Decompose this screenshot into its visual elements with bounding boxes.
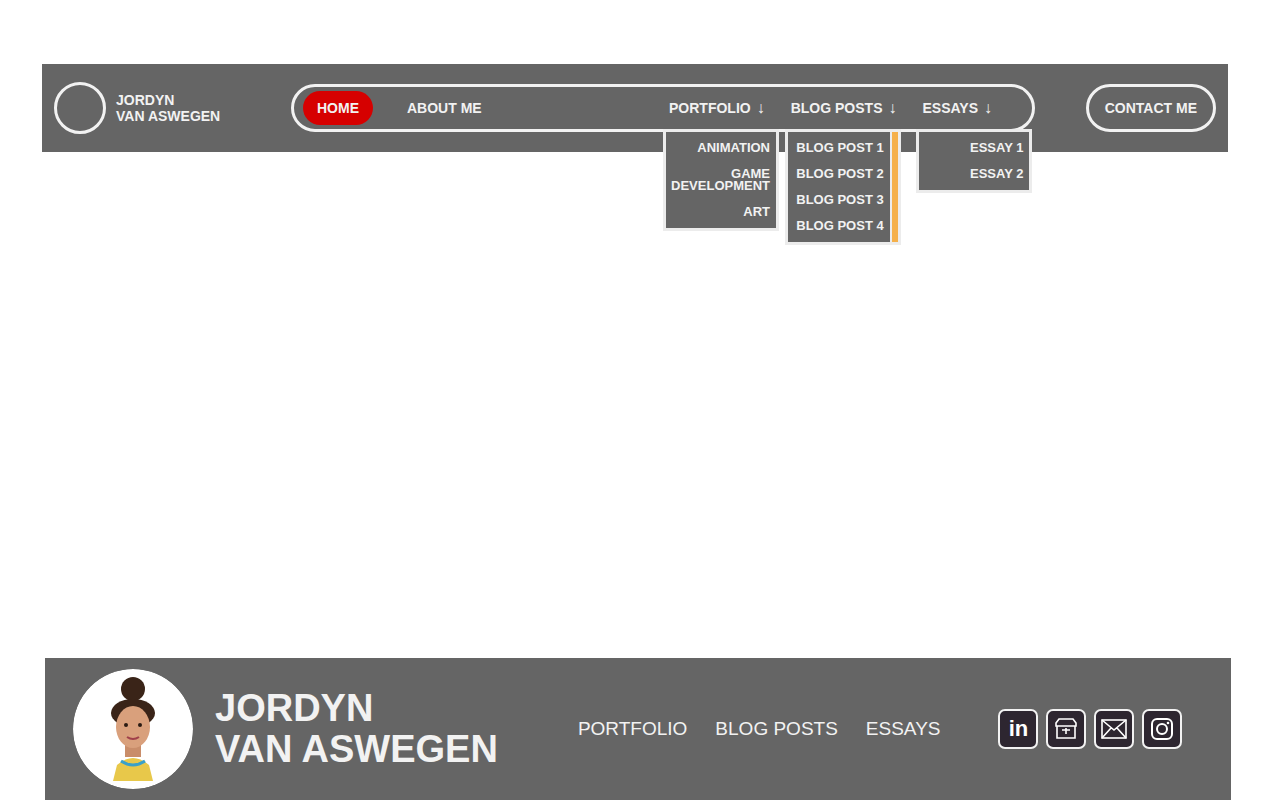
- nav-item[interactable]: ESSAYS↓ESSAY 1ESSAY 2: [922, 91, 992, 125]
- dropdown-item[interactable]: BLOG POST 1: [788, 135, 890, 161]
- nav-item[interactable]: HOME: [303, 91, 373, 125]
- dropdown-item[interactable]: GAME DEVELOPMENT: [666, 161, 776, 199]
- brand-name-line: JORDYN: [116, 92, 220, 108]
- instagram-icon[interactable]: [1142, 709, 1182, 749]
- site-footer: JORDYNVAN ASWEGEN PORTFOLIO BLOG POSTS ESSA…: [45, 658, 1231, 800]
- nav-group: HOME ABOUT ME: [303, 91, 488, 125]
- dropdown-item[interactable]: BLOG POST 4: [788, 213, 890, 239]
- itch-icon[interactable]: [1046, 709, 1086, 749]
- page: JORDYNVAN ASWEGENHOMEABOUT MEPORTFOLIO↓A…: [0, 0, 1280, 800]
- portfolio-dropdown: ANIMATIONGAME DEVELOPMENTART: [663, 129, 779, 231]
- mail-icon[interactable]: [1094, 709, 1134, 749]
- social-links: in: [998, 709, 1182, 749]
- brand-name[interactable]: JORDYNVAN ASWEGEN: [116, 92, 220, 124]
- dropdown-item[interactable]: ANIMATION: [666, 135, 776, 161]
- footer-links: PORTFOLIO BLOG POSTS ESSAYS: [578, 718, 941, 740]
- arrow-down-icon: ↓: [888, 99, 896, 117]
- dropdown-item[interactable]: ESSAY 1: [919, 135, 1029, 161]
- footer-name-line: JORDYN: [215, 688, 498, 729]
- logo-icon[interactable]: [54, 82, 106, 134]
- brand[interactable]: JORDYNVAN ASWEGEN: [54, 82, 279, 134]
- dropdown-item[interactable]: BLOG POST 3: [788, 187, 890, 213]
- nav-label: PORTFOLIO: [669, 100, 751, 116]
- nav-bar: HOMEABOUT MEPORTFOLIO↓ANIMATIONGAME DEVE…: [291, 84, 1035, 132]
- dropdown-item[interactable]: BLOG POST 2: [788, 161, 890, 187]
- dropdown-list: ESSAY 1ESSAY 2: [919, 132, 1029, 190]
- avatar-icon: [73, 669, 193, 789]
- footer-name: JORDYNVAN ASWEGEN: [215, 688, 498, 770]
- scrollbar[interactable]: [890, 132, 898, 242]
- dropdown-list: ANIMATIONGAME DEVELOPMENTART: [666, 132, 776, 228]
- dropdown-item[interactable]: ESSAY 2: [919, 161, 1029, 187]
- footer-link[interactable]: BLOG POSTS: [715, 718, 837, 740]
- nav-item[interactable]: ABOUT ME: [401, 91, 488, 125]
- itch-icon: [1053, 716, 1079, 742]
- dropdown-item[interactable]: ART: [666, 199, 776, 225]
- portrait-icon: [73, 669, 193, 789]
- nav-group: PORTFOLIO↓ANIMATIONGAME DEVELOPMENTARTBL…: [669, 91, 992, 125]
- linkedin-glyph: in: [1009, 718, 1029, 740]
- nav-item[interactable]: BLOG POSTS↓BLOG POST 1BLOG POST 2BLOG PO…: [791, 91, 897, 125]
- nav-label: BLOG POSTS: [791, 100, 883, 116]
- linkedin-icon[interactable]: in: [998, 709, 1038, 749]
- arrow-down-icon: ↓: [757, 99, 765, 117]
- site-header: JORDYNVAN ASWEGEN HOME ABOUT ME PORTFOLIO ↓ A…: [42, 64, 1228, 152]
- instagram-icon: [1149, 716, 1175, 742]
- contact-button[interactable]: CONTACT ME: [1086, 84, 1216, 132]
- footer-link[interactable]: ESSAYS: [866, 718, 941, 740]
- dropdown-list: BLOG POST 1BLOG POST 2BLOG POST 3BLOG PO…: [788, 132, 890, 242]
- arrow-down-icon: ↓: [984, 99, 992, 117]
- brand-name-line: VAN ASWEGEN: [116, 108, 220, 124]
- nav-label: ESSAYS: [922, 100, 978, 116]
- mail-icon: [1100, 718, 1128, 740]
- footer-link[interactable]: PORTFOLIO: [578, 718, 687, 740]
- footer-name-line: VAN ASWEGEN: [215, 729, 498, 770]
- nav-item[interactable]: PORTFOLIO↓ANIMATIONGAME DEVELOPMENTART: [669, 91, 765, 125]
- essays-dropdown: ESSAY 1ESSAY 2: [916, 129, 1032, 193]
- blog-posts-dropdown: BLOG POST 1BLOG POST 2BLOG POST 3BLOG PO…: [785, 129, 901, 245]
